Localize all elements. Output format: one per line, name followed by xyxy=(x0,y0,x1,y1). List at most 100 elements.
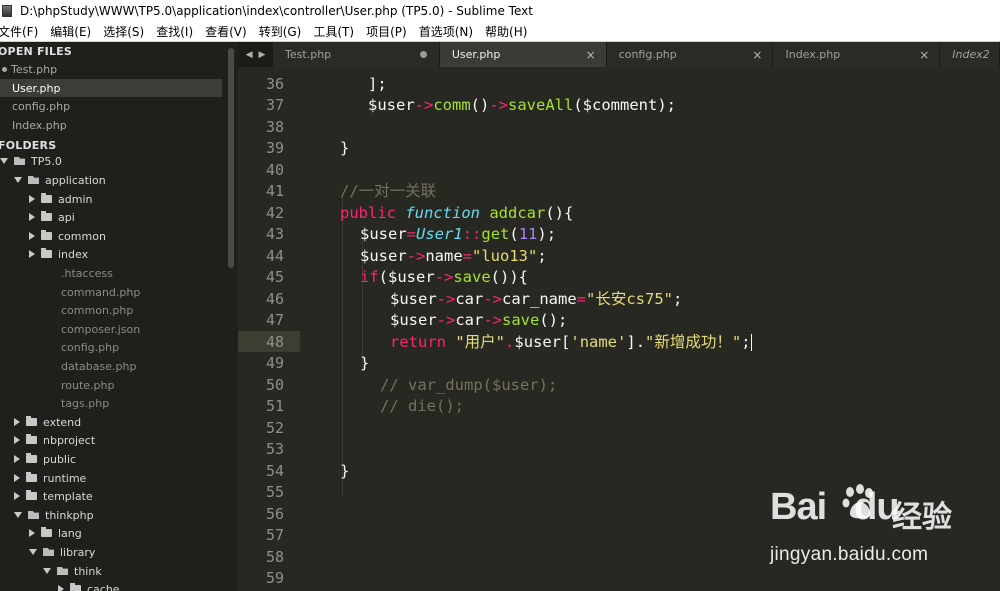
code-token: $user[ xyxy=(514,333,571,351)
code-token: (); xyxy=(539,311,568,329)
code-token: } xyxy=(340,462,350,480)
menu-project[interactable]: 项目(P) xyxy=(366,23,407,40)
tree-folder-runtime[interactable]: runtime xyxy=(14,469,86,487)
tree-folder-nbproject[interactable]: nbproject xyxy=(14,431,95,449)
tree-folder-cache[interactable]: cache xyxy=(58,580,120,591)
baidu-paw-icon xyxy=(842,484,873,519)
menu-help[interactable]: 帮助(H) xyxy=(485,23,527,40)
line-number: 43 xyxy=(265,225,284,243)
tree-file-command[interactable]: command.php xyxy=(61,283,140,301)
chevron-right-icon xyxy=(29,250,35,258)
open-file-test[interactable]: Test.php xyxy=(0,60,222,78)
code-token: if xyxy=(360,268,379,286)
tree-file-database[interactable]: database.php xyxy=(61,357,136,375)
code-token: comm xyxy=(433,96,471,114)
tab-scroll-right-icon[interactable]: ▶ xyxy=(259,50,266,60)
sidebar-scrollbar[interactable] xyxy=(228,48,234,268)
tree-label: lang xyxy=(58,526,82,540)
tree-folder-common[interactable]: common xyxy=(29,227,106,245)
tree-folder-tp50[interactable]: TP5.0 xyxy=(0,152,62,170)
menu-file[interactable]: 文件(F) xyxy=(0,23,38,40)
tree-folder-template[interactable]: template xyxy=(14,487,93,505)
tab-index2[interactable]: Index2 xyxy=(940,42,1000,67)
unsaved-dot-icon[interactable] xyxy=(419,51,427,58)
tree-folder-library[interactable]: library xyxy=(29,543,95,561)
line-number: 48 xyxy=(265,333,284,351)
folder-icon xyxy=(41,248,52,258)
code-token: saveAll xyxy=(508,96,574,114)
code-line-51: // die(); xyxy=(380,396,464,417)
tree-file-htaccess[interactable]: .htaccess xyxy=(61,264,113,282)
tree-file-config[interactable]: config.php xyxy=(61,338,119,356)
unsaved-dot-icon xyxy=(2,66,7,72)
tree-folder-admin[interactable]: admin xyxy=(29,190,92,208)
tab-test[interactable]: Test.php xyxy=(273,42,439,67)
line-number: 49 xyxy=(265,354,284,372)
code-token: get xyxy=(481,225,510,243)
menu-goto[interactable]: 转到(G) xyxy=(259,23,302,40)
tree-label: runtime xyxy=(43,471,87,485)
tree-file-common[interactable]: common.php xyxy=(61,301,133,319)
tree-folder-extend[interactable]: extend xyxy=(14,413,81,431)
menu-selection[interactable]: 选择(S) xyxy=(103,23,144,40)
tree-label: index xyxy=(58,247,89,261)
code-token: save xyxy=(453,268,491,286)
sublime-app-icon xyxy=(2,5,12,17)
code-line-49: } xyxy=(360,353,369,374)
folder-icon xyxy=(70,583,81,591)
tree-label: nbproject xyxy=(43,433,96,447)
open-file-config[interactable]: config.php xyxy=(0,97,222,115)
code-token: ($comment); xyxy=(573,96,676,114)
menu-tools[interactable]: 工具(T) xyxy=(313,23,354,40)
code-token: ; xyxy=(537,247,547,265)
title-bar: D:\phpStudy\WWW\TP5.0\application\index\… xyxy=(0,0,1000,22)
code-line-50: // var_dump($user); xyxy=(380,375,557,396)
tab-config[interactable]: config.php × xyxy=(606,42,773,67)
close-icon[interactable]: × xyxy=(919,48,929,62)
code-token: return xyxy=(390,333,446,351)
tree-file-tags[interactable]: tags.php xyxy=(61,394,109,412)
code-comment: // var_dump($user); xyxy=(380,376,558,394)
menu-edit[interactable]: 编辑(E) xyxy=(50,23,91,40)
code-token: "用户" xyxy=(455,333,506,351)
tree-folder-think[interactable]: think xyxy=(43,562,102,580)
tree-folder-application[interactable]: application xyxy=(14,171,106,189)
close-icon[interactable]: × xyxy=(586,48,596,62)
menu-view[interactable]: 查看(V) xyxy=(205,23,247,40)
tree-label: thinkphp xyxy=(45,508,94,522)
line-number: 52 xyxy=(265,419,284,437)
tree-folder-lang[interactable]: lang xyxy=(29,524,82,542)
tree-folder-thinkphp[interactable]: thinkphp xyxy=(14,506,94,524)
code-token: ( xyxy=(509,225,519,243)
tree-label: library xyxy=(60,545,96,559)
code-line-37: $user->comm()->saveAll($comment); xyxy=(368,95,676,116)
tab-bar: ◀ ▶ Test.php User.php × config.php × Ind… xyxy=(238,42,1000,67)
code-token: $user xyxy=(360,225,407,243)
tree-label: common.php xyxy=(61,303,134,317)
tree-label: command.php xyxy=(61,285,141,299)
open-file-index[interactable]: Index.php xyxy=(0,116,222,134)
close-icon[interactable]: × xyxy=(752,48,762,62)
line-number: 45 xyxy=(265,268,284,286)
line-number: 44 xyxy=(265,247,284,265)
code-token: ()){ xyxy=(490,268,528,286)
line-number: 39 xyxy=(265,139,284,157)
chevron-down-icon xyxy=(14,512,22,518)
tree-folder-index[interactable]: index xyxy=(29,245,88,263)
tab-user[interactable]: User.php × xyxy=(439,42,606,67)
code-token: "luo13" xyxy=(472,247,538,265)
menu-find[interactable]: 查找(I) xyxy=(156,23,193,40)
open-file-user[interactable]: User.php xyxy=(0,79,222,97)
line-number: 41 xyxy=(265,182,284,200)
folder-icon xyxy=(26,453,37,463)
tree-folder-api[interactable]: api xyxy=(29,208,75,226)
watermark-jingyan-text: 经验 xyxy=(892,500,952,535)
tab-scroll-left-icon[interactable]: ◀ xyxy=(246,50,253,60)
tree-file-composer[interactable]: composer.json xyxy=(61,320,140,338)
tree-file-route[interactable]: route.php xyxy=(61,376,115,394)
menu-preferences[interactable]: 首选项(N) xyxy=(419,23,473,40)
tab-index[interactable]: Index.php × xyxy=(773,42,940,67)
tree-folder-public[interactable]: public xyxy=(14,450,76,468)
code-line-43: $user=User1::get(11); xyxy=(360,224,556,245)
code-token: -> xyxy=(434,268,454,286)
